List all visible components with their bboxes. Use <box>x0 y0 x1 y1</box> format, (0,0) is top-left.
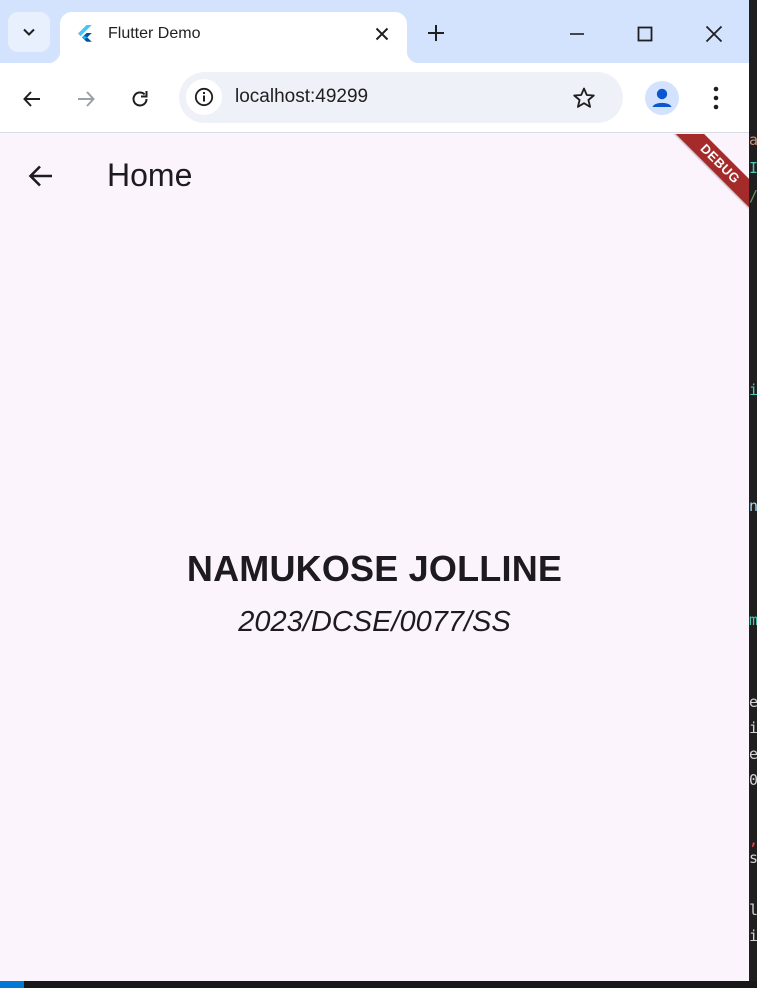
student-info: NAMUKOSE JOLLINE 2023/DCSE/0077/SS <box>0 546 749 640</box>
browser-toolbar: localhost:49299 <box>0 63 749 133</box>
minimize-icon <box>570 33 584 35</box>
background-editor-status-bar <box>0 981 757 988</box>
reload-icon <box>132 91 148 107</box>
browser-menu-button[interactable] <box>702 81 730 115</box>
forward-button[interactable] <box>68 81 104 117</box>
student-name: NAMUKOSE JOLLINE <box>186 548 563 589</box>
debug-banner: DEBUG <box>663 134 749 221</box>
star-icon <box>573 87 595 108</box>
tab-strip: Flutter Demo <box>0 0 749 63</box>
appbar-back-button[interactable] <box>20 156 62 196</box>
back-button[interactable] <box>14 81 50 117</box>
url-text: localhost:49299 <box>235 86 369 107</box>
new-tab-button[interactable] <box>421 18 451 48</box>
tab-title: Flutter Demo <box>108 25 201 42</box>
reload-button[interactable] <box>122 81 158 117</box>
tab-search-button[interactable] <box>8 12 50 52</box>
profile-button[interactable] <box>645 81 679 115</box>
bookmark-button[interactable] <box>570 84 598 112</box>
plus-icon <box>428 25 444 41</box>
registration-number: 2023/DCSE/0077/SS <box>238 606 511 638</box>
tab-flutter-demo[interactable]: Flutter Demo <box>48 12 419 63</box>
maximize-icon <box>637 26 653 42</box>
flutter-app: Home DEBUG NAMUKOSE JOLLINE 2023/DCSE/00… <box>0 134 749 981</box>
minimize-button[interactable] <box>555 14 599 54</box>
close-icon <box>705 25 723 43</box>
more-vertical-icon <box>713 86 719 110</box>
arrow-right-icon <box>78 91 95 107</box>
close-icon <box>375 27 389 41</box>
arrow-left-icon <box>28 165 52 187</box>
flutter-logo-icon <box>78 25 92 42</box>
chevron-down-icon <box>23 28 35 36</box>
person-icon <box>652 88 672 107</box>
arrow-left-icon <box>23 91 40 107</box>
browser-window: Flutter Demo localhost:49299 Home DEBUG … <box>0 0 749 981</box>
address-bar[interactable]: localhost:49299 <box>179 72 623 123</box>
maximize-button[interactable] <box>623 14 667 54</box>
remote-indicator <box>0 981 24 988</box>
site-info-button[interactable] <box>186 79 222 115</box>
tab-close-button[interactable] <box>370 22 394 46</box>
background-editor-strip: a I / i n m e i e 0 , s l i <box>749 0 757 988</box>
close-window-button[interactable] <box>692 14 736 54</box>
page-title: Home <box>107 157 193 193</box>
info-icon <box>194 87 214 107</box>
